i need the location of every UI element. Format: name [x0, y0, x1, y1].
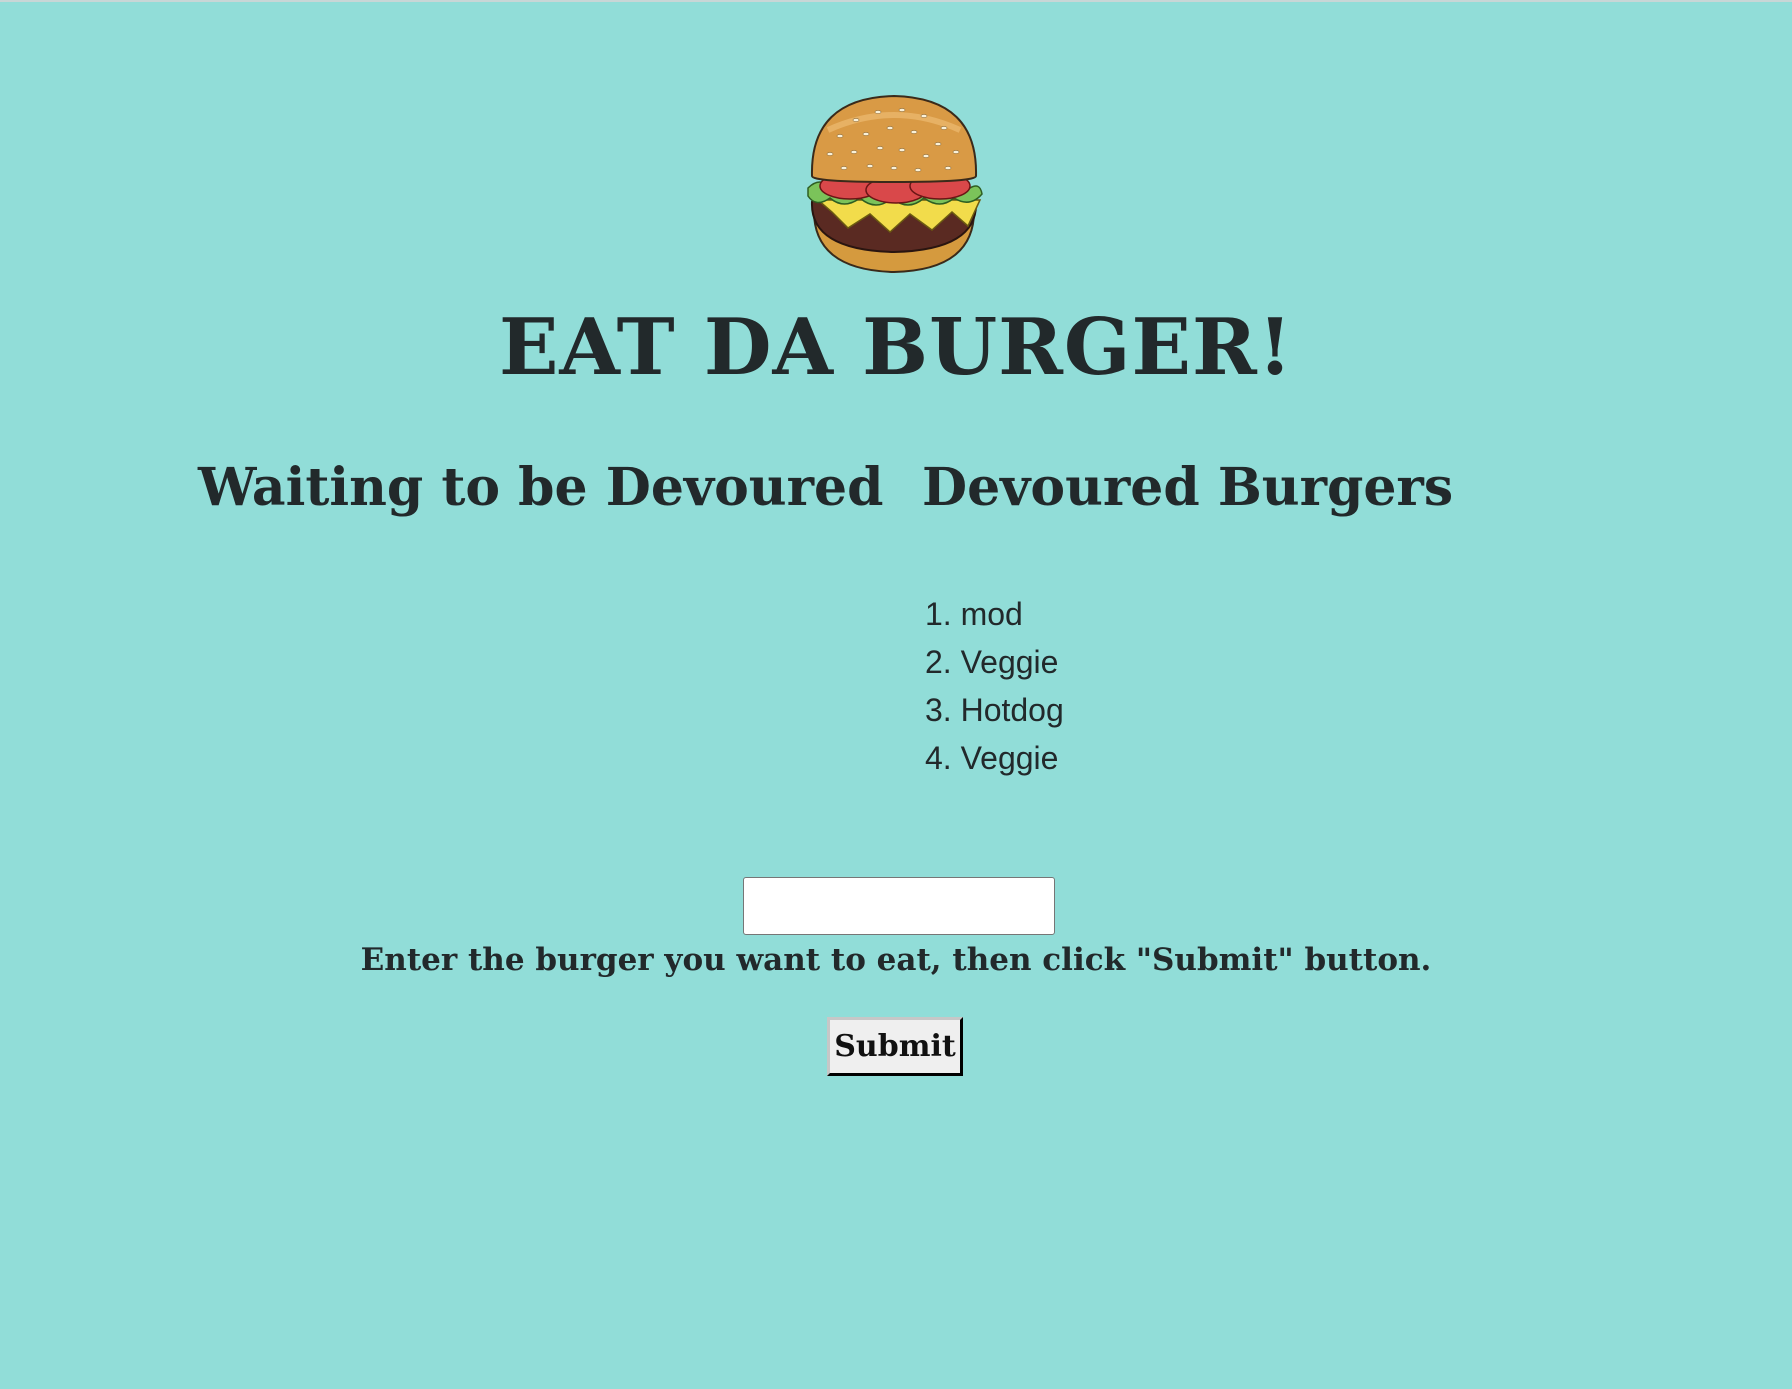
- instruction-text: Enter the burger you want to eat, then c…: [360, 942, 1432, 978]
- page-title: EAT DA BURGER!: [498, 302, 1294, 393]
- waiting-heading: Waiting to be Devoured: [198, 457, 884, 518]
- devoured-heading: Devoured Burgers: [922, 457, 1454, 518]
- top-border: [0, 0, 1792, 2]
- burger-name-input[interactable]: [743, 877, 1055, 935]
- list-item: 2. Veggie: [925, 644, 1059, 680]
- list-item: 4. Veggie: [925, 740, 1059, 776]
- list-item: 1. mod: [925, 596, 1023, 632]
- submit-button[interactable]: Submit: [827, 1017, 963, 1076]
- burger-icon: [807, 94, 983, 274]
- devoured-list: 1. mod 2. Veggie 3. Hotdog 4. Veggie: [925, 590, 1064, 782]
- list-item: 3. Hotdog: [925, 692, 1064, 728]
